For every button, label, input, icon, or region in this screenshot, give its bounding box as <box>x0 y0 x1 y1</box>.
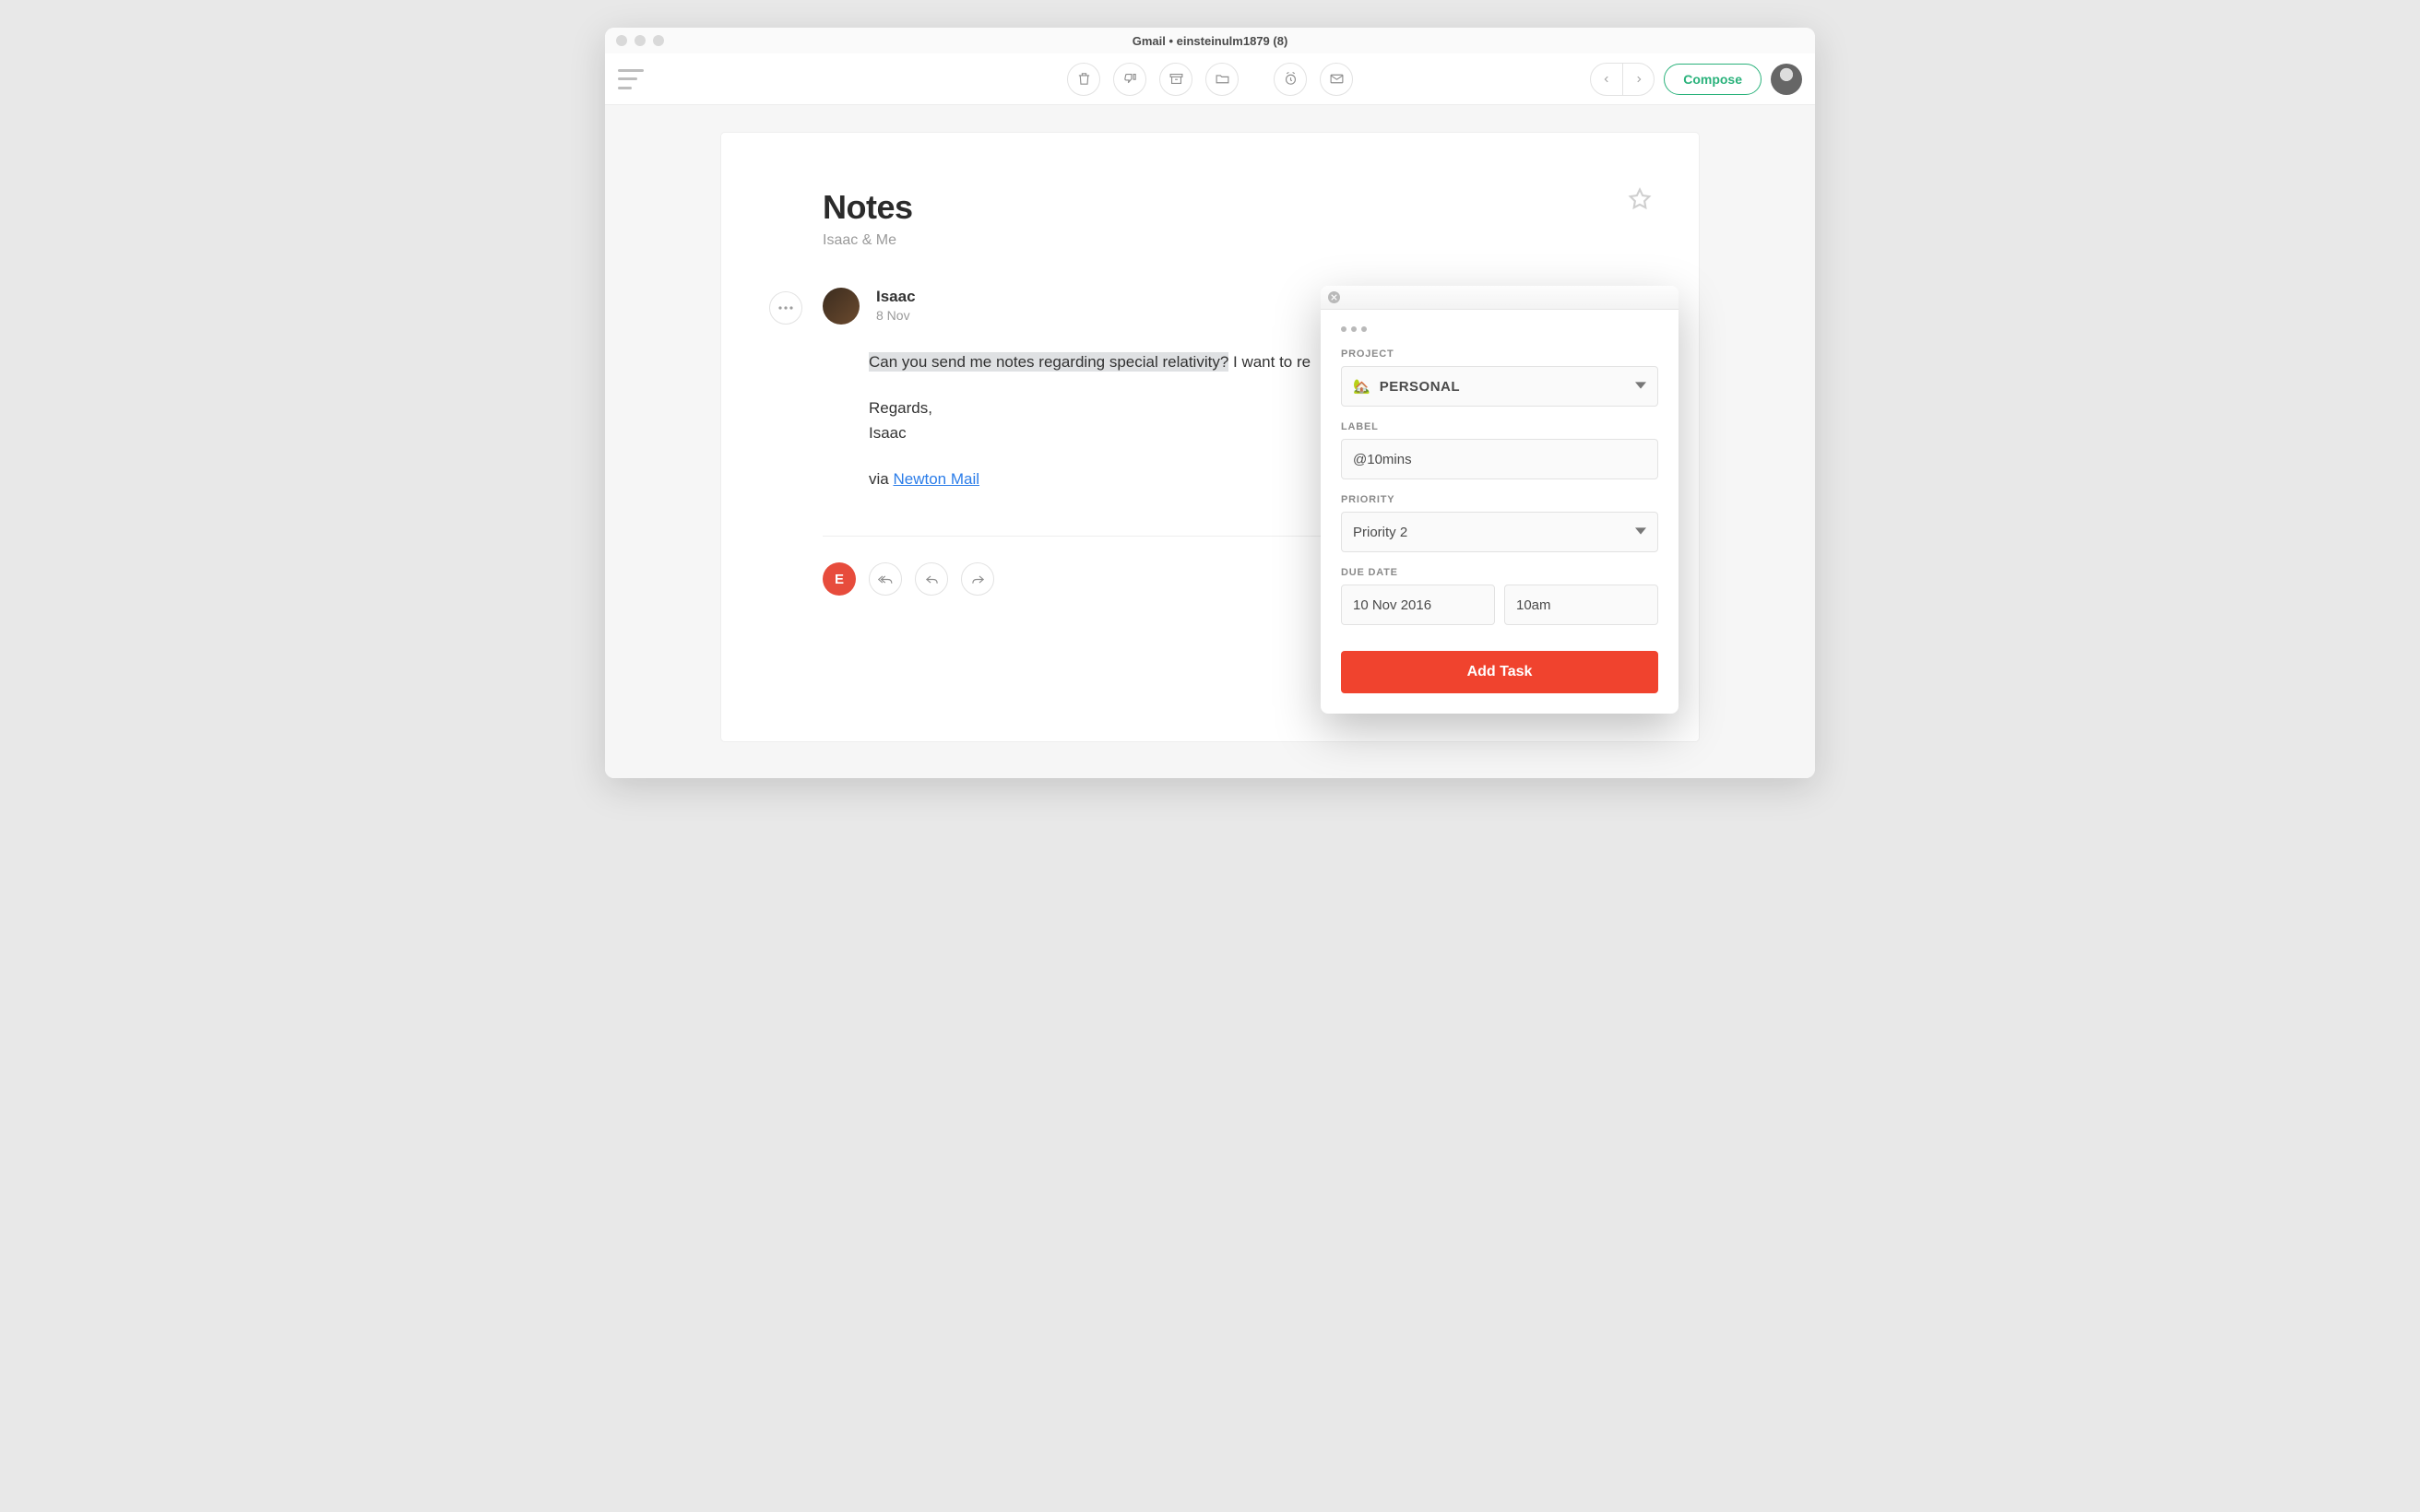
message-more-button[interactable] <box>769 291 802 325</box>
forward-icon <box>970 572 986 587</box>
star-icon <box>1627 186 1653 212</box>
due-date-row: 10 Nov 2016 10am <box>1341 585 1658 625</box>
thumbs-down-button[interactable] <box>1113 63 1146 96</box>
add-task-popup: PROJECT 🏡 PERSONAL LABEL @10mins PRIORIT… <box>1321 286 1679 714</box>
sender-name: Isaac <box>876 288 916 306</box>
chevron-left-icon <box>1602 75 1611 84</box>
reply-all-icon <box>878 572 894 587</box>
priority-select[interactable]: Priority 2 <box>1341 512 1658 552</box>
due-date-label: DUE DATE <box>1341 567 1658 578</box>
popup-titlebar <box>1321 286 1679 310</box>
dots-horizontal-icon <box>778 306 793 310</box>
sender-meta: Isaac 8 Nov <box>876 288 916 323</box>
next-button[interactable] <box>1622 64 1654 95</box>
archive-icon <box>1168 71 1184 87</box>
label-input[interactable]: @10mins <box>1341 439 1658 479</box>
prev-button[interactable] <box>1591 64 1622 95</box>
mark-unread-button[interactable] <box>1320 63 1353 96</box>
my-avatar-badge: E <box>823 562 856 596</box>
account-avatar[interactable] <box>1771 64 1802 95</box>
toolbar: Compose <box>605 53 1815 105</box>
snooze-button[interactable] <box>1274 63 1307 96</box>
due-date-value: 10 Nov 2016 <box>1353 597 1431 613</box>
toolbar-spacer <box>1252 63 1261 96</box>
chevron-down-icon <box>1635 525 1646 540</box>
star-button[interactable] <box>1627 186 1653 217</box>
sender-date: 8 Nov <box>876 308 916 323</box>
stage: Notes Isaac & Me Isaac 8 Nov Can you sen… <box>605 105 1815 778</box>
folder-icon <box>1215 71 1230 87</box>
archive-button[interactable] <box>1159 63 1192 96</box>
project-label: PROJECT <box>1341 348 1658 360</box>
mac-titlebar: Gmail • einsteinulm1879 (8) <box>605 28 1815 53</box>
thumbs-down-icon <box>1122 71 1138 87</box>
close-icon <box>1331 294 1337 301</box>
envelope-icon <box>1329 71 1345 87</box>
project-select[interactable]: 🏡 PERSONAL <box>1341 366 1658 407</box>
via-prefix: via <box>869 470 893 488</box>
priority-label: PRIORITY <box>1341 494 1658 505</box>
compose-button[interactable]: Compose <box>1664 64 1762 95</box>
label-value: @10mins <box>1353 452 1412 467</box>
clock-icon <box>1283 71 1299 87</box>
participants: Isaac & Me <box>823 232 1597 249</box>
body-rest: I want to re <box>1228 353 1311 371</box>
chevron-right-icon <box>1634 75 1643 84</box>
priority-value: Priority 2 <box>1353 525 1407 540</box>
due-date-input[interactable]: 10 Nov 2016 <box>1341 585 1495 625</box>
window-title: Gmail • einsteinulm1879 (8) <box>605 34 1815 48</box>
add-task-button[interactable]: Add Task <box>1341 651 1658 693</box>
popup-close-button[interactable] <box>1328 291 1340 303</box>
app-window: Gmail • einsteinulm1879 (8) <box>605 28 1815 778</box>
due-time-value: 10am <box>1516 597 1551 613</box>
selected-text: Can you send me notes regarding special … <box>869 352 1228 372</box>
via-link[interactable]: Newton Mail <box>893 470 979 488</box>
email-subject: Notes <box>823 188 1597 227</box>
trash-icon <box>1076 71 1092 87</box>
move-to-folder-button[interactable] <box>1205 63 1239 96</box>
reply-button[interactable] <box>915 562 948 596</box>
forward-button[interactable] <box>961 562 994 596</box>
nav-prev-next <box>1590 63 1655 96</box>
popup-more-button[interactable] <box>1341 326 1658 332</box>
reply-all-button[interactable] <box>869 562 902 596</box>
label-label: LABEL <box>1341 421 1658 432</box>
project-value: PERSONAL <box>1380 379 1460 395</box>
delete-button[interactable] <box>1067 63 1100 96</box>
popup-body: PROJECT 🏡 PERSONAL LABEL @10mins PRIORIT… <box>1321 310 1679 714</box>
reply-icon <box>924 572 940 587</box>
project-icon: 🏡 <box>1353 378 1370 395</box>
chevron-down-icon <box>1635 379 1646 395</box>
due-time-input[interactable]: 10am <box>1504 585 1658 625</box>
sender-avatar <box>823 288 860 325</box>
